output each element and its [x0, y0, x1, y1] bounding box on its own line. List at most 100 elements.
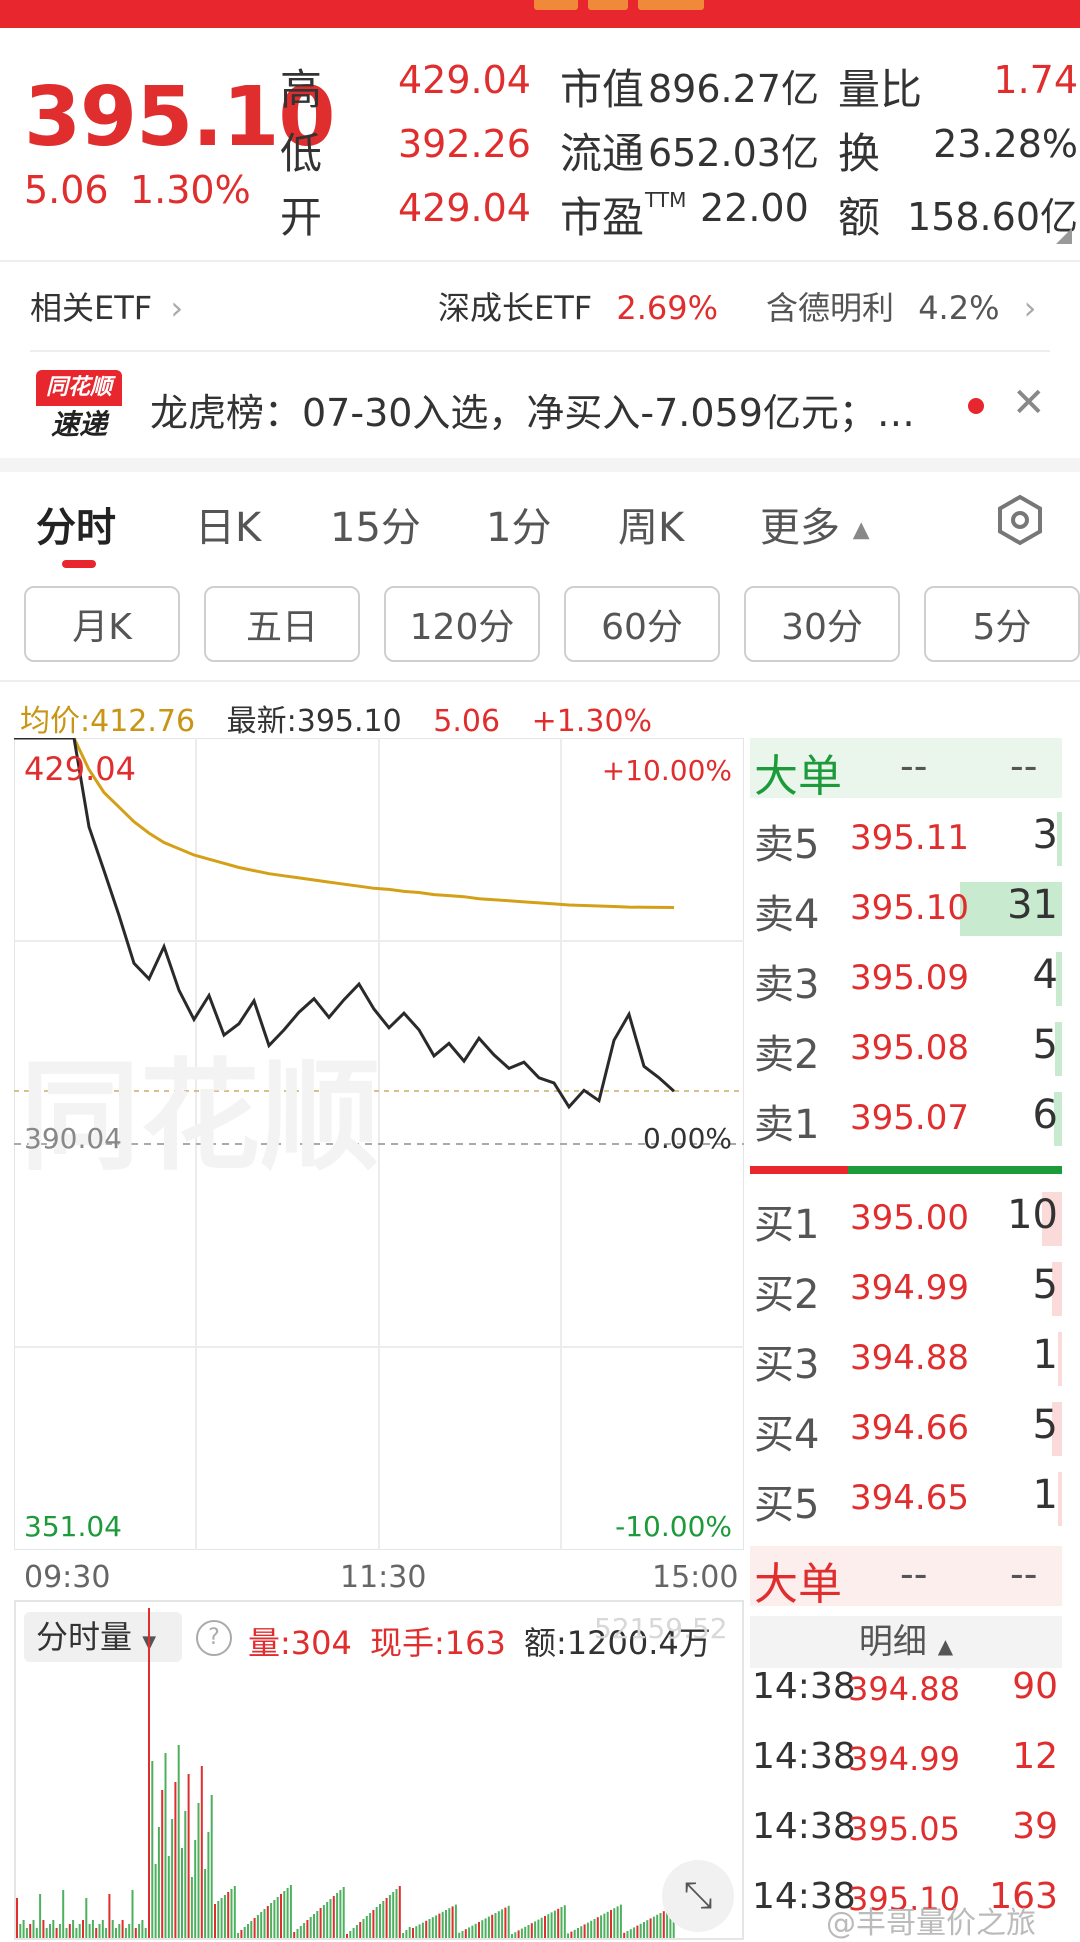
- volume-bar: [464, 1929, 467, 1938]
- volume-bar: [266, 1906, 269, 1938]
- detail-dash-2: --: [1010, 1552, 1038, 1596]
- open-value: 429.04: [398, 186, 531, 230]
- fullscreen-icon[interactable]: ⤡: [662, 1860, 734, 1932]
- tab-daily-k[interactable]: 日K: [195, 495, 261, 553]
- buy-level-label: 买1: [754, 1202, 820, 1248]
- volume-bar: [256, 1915, 259, 1938]
- sell-row-4[interactable]: 卖2 395.08 5: [750, 1018, 1062, 1080]
- volume-bar: [451, 1906, 454, 1938]
- news-badge: 同花顺 速递: [36, 370, 122, 444]
- settings-hexagon-icon[interactable]: [994, 494, 1046, 546]
- volume-bar: [369, 1913, 372, 1938]
- turnover-label: 换: [838, 129, 881, 178]
- sell-row-5[interactable]: 卖1 395.07 6: [750, 1088, 1062, 1150]
- intraday-chart[interactable]: 同花顺 429.04 390.04 351.04 +10.00% 0.00% -…: [14, 738, 744, 1550]
- volume-bar: [583, 1924, 586, 1938]
- volume-bar: [101, 1920, 104, 1938]
- pct-label-high: +10.00%: [602, 754, 732, 787]
- volume-bar: [418, 1924, 421, 1938]
- vol-ratio-label: 量比: [838, 65, 923, 114]
- tick-price: 394.88: [848, 1670, 960, 1708]
- tick-price: 394.99: [848, 1740, 960, 1778]
- sell-level-price: 395.09: [850, 958, 969, 998]
- close-icon[interactable]: ✕: [1012, 380, 1046, 426]
- period-30min[interactable]: 30分: [744, 586, 900, 662]
- y-label-base: 390.04: [24, 1122, 122, 1155]
- buy-level-price: 395.00: [850, 1198, 969, 1238]
- tab-more-label: 更多: [760, 505, 840, 551]
- volume-bar: [45, 1928, 48, 1938]
- buy-level-volume: 1: [1032, 1472, 1058, 1518]
- period-month-k[interactable]: 月K: [24, 586, 180, 662]
- pe-label: 市盈: [560, 193, 645, 242]
- tab-weekly-k[interactable]: 周K: [618, 495, 684, 553]
- buy-level-volume: 10: [1007, 1192, 1058, 1238]
- volume-bar: [379, 1904, 381, 1938]
- volume-bar: [88, 1924, 91, 1938]
- volume-bar: [524, 1926, 527, 1938]
- tab-more[interactable]: 更多 ▲: [760, 495, 870, 553]
- period-120min[interactable]: 120分: [384, 586, 540, 662]
- period-5min[interactable]: 5分: [924, 586, 1080, 662]
- volume-bar: [75, 1928, 78, 1938]
- news-text[interactable]: 龙虎榜：07-30入选，净买入-7.059亿元；…: [150, 382, 970, 437]
- float-value: 652.03亿: [648, 131, 819, 175]
- tab-15min[interactable]: 15分: [330, 495, 421, 553]
- volume-bar: [590, 1920, 593, 1938]
- buy-row-2[interactable]: 买2 394.99 5: [750, 1258, 1062, 1320]
- sell-row-2[interactable]: 卖4 395.10 31: [750, 878, 1062, 940]
- volume-bar: [458, 1932, 461, 1938]
- detail-tab[interactable]: 明细 ▲: [750, 1616, 1062, 1668]
- tick-time: 14:38: [752, 1666, 856, 1707]
- tab-timeshare[interactable]: 分时: [36, 495, 116, 553]
- buy-row-5[interactable]: 买5 394.65 1: [750, 1468, 1062, 1530]
- volume-bar: [392, 1892, 395, 1938]
- volume-bar: [237, 1933, 240, 1938]
- volume-bar: [319, 1908, 322, 1938]
- volume-bar: [164, 1753, 167, 1938]
- etf-item-1[interactable]: 深成长ETF 2.69%: [438, 283, 718, 329]
- sell-level-label: 卖3: [754, 962, 820, 1008]
- volume-bar: [339, 1890, 342, 1938]
- volume-bar: [649, 1918, 652, 1938]
- sell-row-1[interactable]: 卖5 395.11 3: [750, 808, 1062, 870]
- tick-time: 14:38: [752, 1736, 856, 1777]
- sell-level-volume: 31: [1007, 882, 1058, 928]
- volume-bar: [49, 1924, 51, 1938]
- volume-bar: [240, 1930, 243, 1938]
- buy-row-1[interactable]: 买1 395.00 10: [750, 1188, 1062, 1250]
- volume-bar: [19, 1924, 22, 1938]
- volume-bar: [474, 1923, 477, 1938]
- volume-bar: [421, 1922, 424, 1938]
- etf-item-2[interactable]: 含德明利 4.2% ›: [766, 283, 1036, 329]
- divider: [0, 680, 1080, 682]
- volume-bar: [171, 1819, 174, 1938]
- high-label: 高: [280, 65, 323, 114]
- volume-bar: [35, 1928, 38, 1938]
- price-change: 5.06: [24, 168, 109, 212]
- etf-item-2-name: 含德明利: [766, 289, 895, 327]
- amount-value: 158.60亿: [907, 195, 1078, 239]
- volume-bar: [25, 1928, 28, 1938]
- watermark-text: @丰哥量价之旅: [826, 1906, 1036, 1941]
- related-etf-link[interactable]: 相关ETF ›: [30, 283, 183, 329]
- volume-bar: [42, 1920, 45, 1938]
- sell-level-volume: 5: [1032, 1022, 1058, 1068]
- sell-row-3[interactable]: 卖3 395.09 4: [750, 948, 1062, 1010]
- volume-bar: [537, 1919, 540, 1938]
- volume-bar: [481, 1920, 484, 1938]
- volume-bar: [643, 1922, 645, 1938]
- period-60min[interactable]: 60分: [564, 586, 720, 662]
- buy-row-3[interactable]: 买3 394.88 1: [750, 1328, 1062, 1390]
- volume-bar: [115, 1928, 117, 1938]
- sell-level-price: 395.11: [850, 818, 969, 858]
- volume-bar: [105, 1928, 108, 1938]
- volume-bar: [636, 1925, 639, 1938]
- buy-row-4[interactable]: 买4 394.66 5: [750, 1398, 1062, 1460]
- summary-change: 5.06: [433, 704, 501, 739]
- pe-sup: TTM: [645, 188, 687, 212]
- avg-price: 均价:412.76: [20, 704, 196, 739]
- period-5day[interactable]: 五日: [204, 586, 360, 662]
- buy-level-volume: 1: [1032, 1332, 1058, 1378]
- tab-1min[interactable]: 1分: [486, 495, 551, 553]
